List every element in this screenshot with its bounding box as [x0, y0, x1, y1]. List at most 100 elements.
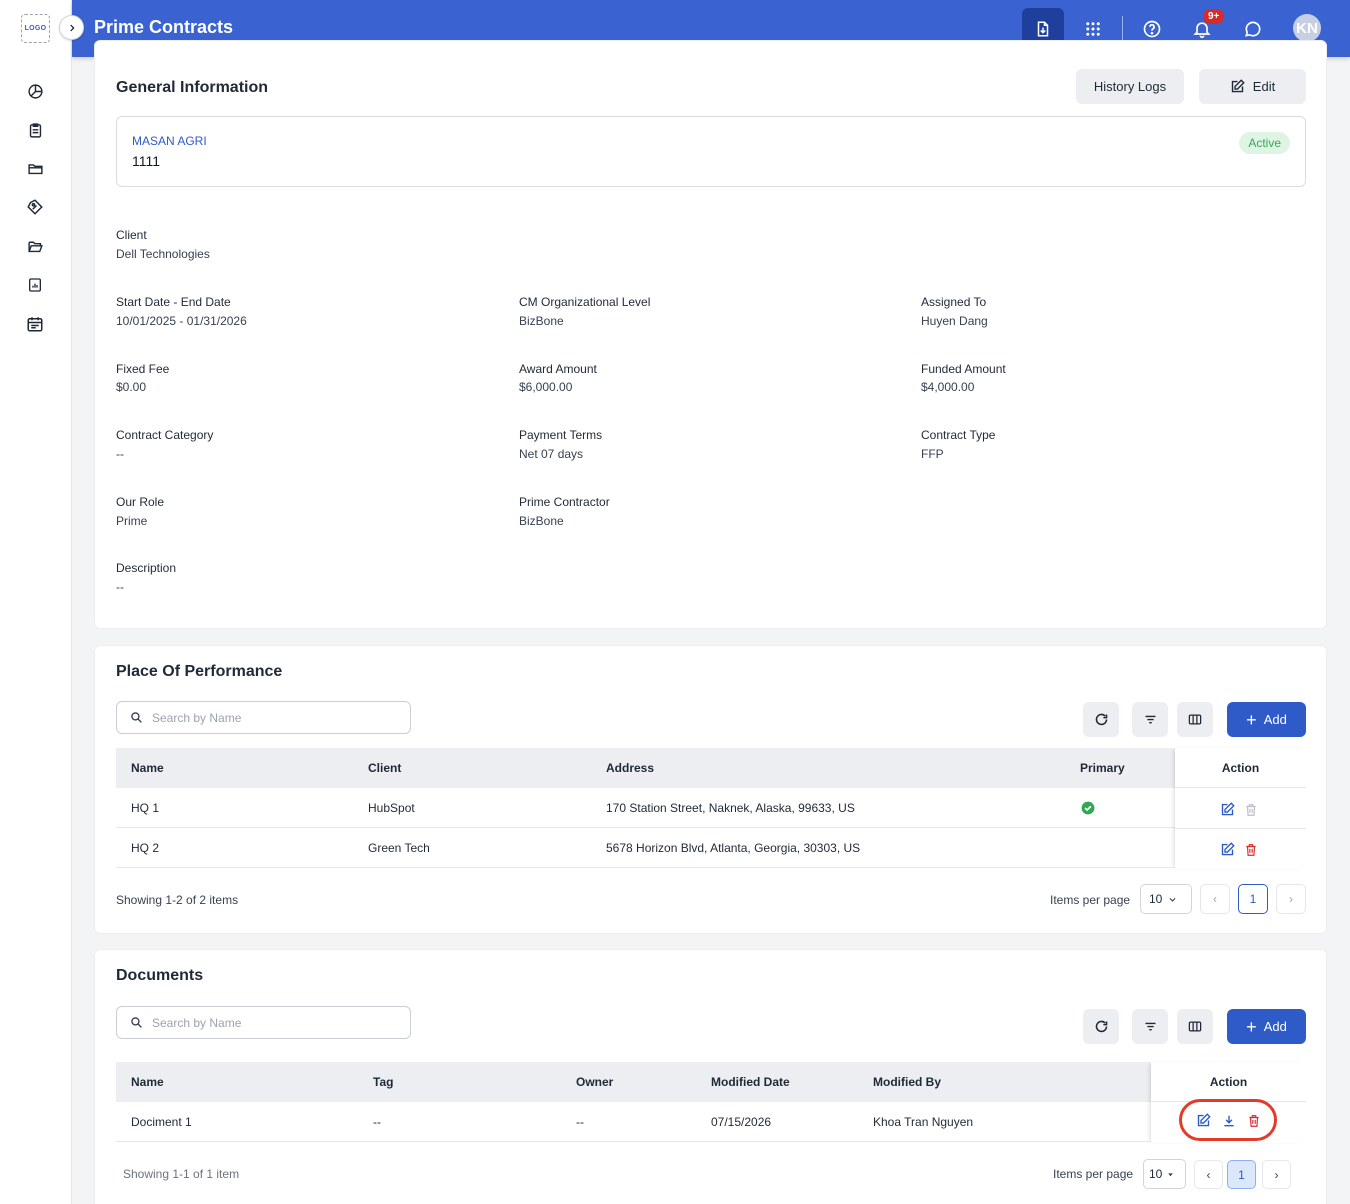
- page-button[interactable]: 1: [1238, 884, 1268, 914]
- items-per-page-select[interactable]: 10: [1140, 884, 1192, 914]
- field-label: Prime Contractor: [519, 495, 610, 509]
- page-button[interactable]: 1: [1227, 1160, 1256, 1189]
- table-row: HQ 1 HubSpot 170 Station Street, Naknek,…: [116, 788, 1306, 828]
- refresh-button[interactable]: [1083, 702, 1119, 737]
- columns-icon: [1188, 1021, 1202, 1032]
- help-icon: [1143, 20, 1161, 38]
- section-title: Place Of Performance: [116, 663, 283, 680]
- row-actions: [1220, 802, 1258, 820]
- add-location-button[interactable]: + Add: [1227, 702, 1306, 737]
- documents-table: Name Tag Owner Modified Date Modified By…: [116, 1062, 1306, 1143]
- cell-client: Green Tech: [368, 841, 430, 855]
- folder-icon[interactable]: [25, 158, 45, 178]
- column-header[interactable]: Tag: [373, 1075, 393, 1089]
- edit-button[interactable]: Edit: [1199, 69, 1306, 104]
- refresh-icon: [1095, 1020, 1107, 1033]
- columns-icon: [1188, 714, 1202, 725]
- refresh-button[interactable]: [1083, 1009, 1119, 1044]
- field-value: FFP: [921, 447, 944, 461]
- report-icon[interactable]: [25, 275, 45, 295]
- columns-button[interactable]: [1177, 1009, 1213, 1044]
- field-value: --: [116, 447, 124, 461]
- history-logs-button[interactable]: History Logs: [1076, 69, 1184, 104]
- calendar-icon[interactable]: [25, 314, 45, 334]
- items-per-page-select[interactable]: 10: [1143, 1159, 1186, 1189]
- dashboard-icon[interactable]: [25, 81, 45, 101]
- field-label: Fixed Fee: [116, 362, 170, 376]
- cell-name: HQ 2: [131, 841, 160, 855]
- table-header: Name Tag Owner Modified Date Modified By: [116, 1062, 1306, 1102]
- field-label: Client: [116, 228, 147, 242]
- add-document-button[interactable]: + Add: [1227, 1009, 1306, 1044]
- field-label: Award Amount: [519, 362, 597, 376]
- field-value: $6,000.00: [519, 380, 573, 394]
- column-header[interactable]: Address: [606, 761, 654, 775]
- sidebar: LOGO: [0, 0, 72, 1204]
- section-title: General Information: [116, 79, 269, 96]
- column-header[interactable]: Name: [131, 761, 164, 775]
- chevron-right-icon: ›: [1274, 1167, 1279, 1182]
- contract-number: 1111: [132, 153, 161, 169]
- folder-open-icon[interactable]: [25, 236, 45, 256]
- cell-name: Dociment 1: [131, 1115, 192, 1129]
- columns-button[interactable]: [1177, 702, 1213, 737]
- field-value: Net 07 days: [519, 447, 584, 461]
- next-page-button[interactable]: ›: [1276, 884, 1306, 914]
- edit-label: Edit: [1252, 79, 1276, 94]
- edit-icon[interactable]: [1220, 842, 1235, 860]
- chevron-left-icon: ‹: [1206, 1167, 1211, 1182]
- history-logs-label: History Logs: [1093, 79, 1167, 94]
- column-header[interactable]: Modified Date: [711, 1075, 790, 1089]
- filter-button[interactable]: [1132, 1009, 1168, 1044]
- items-per-page-value: 10: [1149, 1167, 1163, 1181]
- avatar[interactable]: KN: [1293, 14, 1321, 42]
- field-label: Payment Terms: [519, 428, 603, 442]
- pagination-summary: Showing 1-1 of 1 item: [123, 1167, 240, 1181]
- section-title: Documents: [116, 967, 204, 984]
- field-label: Start Date - End Date: [116, 295, 231, 309]
- items-per-page-value: 10: [1149, 892, 1163, 906]
- trash-icon: [1244, 803, 1258, 820]
- items-per-page-label: Items per page: [1053, 1167, 1134, 1181]
- prev-page-button[interactable]: ‹: [1194, 1160, 1223, 1189]
- documents-card: Documents Search by Name + Add Name Tag …: [94, 949, 1327, 1204]
- column-header[interactable]: Name: [131, 1075, 164, 1089]
- table-header: Name Client Address Primary: [116, 748, 1306, 788]
- column-header[interactable]: Owner: [576, 1075, 613, 1089]
- search-icon: [131, 712, 142, 723]
- edit-icon[interactable]: [1220, 802, 1235, 820]
- chevron-left-icon: ‹: [1213, 892, 1217, 906]
- search-input[interactable]: Search by Name: [116, 701, 411, 734]
- field-value: --: [116, 580, 124, 594]
- file-download-icon: [1037, 21, 1049, 37]
- grid-icon: [1086, 22, 1100, 36]
- clipboard-icon[interactable]: [25, 120, 45, 140]
- row-actions: [1220, 842, 1258, 860]
- field-value: Huyen Dang: [921, 314, 988, 328]
- field-label: Description: [116, 561, 177, 575]
- search-placeholder: Search by Name: [152, 1016, 242, 1030]
- page-title: Prime Contracts: [94, 17, 234, 37]
- plus-icon: +: [1246, 709, 1257, 730]
- place-of-performance-card: Place Of Performance Search by Name + Ad…: [94, 645, 1327, 934]
- tag-icon[interactable]: [25, 197, 45, 217]
- prev-page-button[interactable]: ‹: [1200, 884, 1230, 914]
- field-label: Contract Category: [116, 428, 214, 442]
- table-row: Dociment 1 -- -- 07/15/2026 Khoa Tran Ng…: [116, 1102, 1306, 1142]
- sidebar-toggle-button[interactable]: [59, 15, 84, 40]
- column-header[interactable]: Primary: [1080, 761, 1125, 775]
- search-input[interactable]: Search by Name: [116, 1006, 411, 1039]
- field-value: Dell Technologies: [116, 247, 210, 261]
- field-label: Our Role: [116, 495, 165, 509]
- trash-icon[interactable]: [1244, 843, 1258, 860]
- column-header[interactable]: Client: [368, 761, 401, 775]
- locations-table: Name Client Address Primary HQ 1 HubSpot…: [116, 748, 1306, 869]
- column-header: Action: [1209, 1075, 1248, 1089]
- organization-name[interactable]: MASAN AGRI: [132, 134, 207, 148]
- next-page-button[interactable]: ›: [1262, 1160, 1291, 1189]
- filter-button[interactable]: [1132, 702, 1168, 737]
- highlight-annotation: [1179, 1099, 1277, 1141]
- search-icon: [131, 1017, 142, 1028]
- column-header[interactable]: Modified By: [873, 1075, 941, 1089]
- field-value: Prime: [116, 514, 148, 528]
